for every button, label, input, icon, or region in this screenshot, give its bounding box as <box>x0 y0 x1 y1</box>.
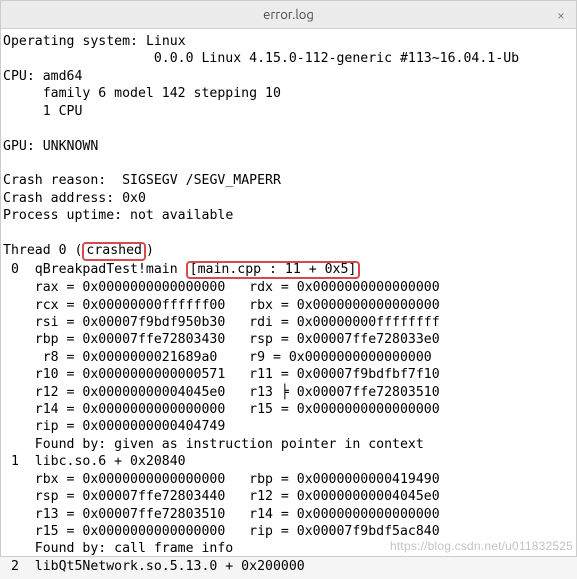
found-by-1: Found by: call frame info <box>3 541 233 556</box>
frame0-module: qBreakpadTest!main <box>35 262 186 277</box>
cpu-detail-2: 1 CPU <box>3 104 82 119</box>
os-detail: 0.0.0 Linux 4.15.0-112-generic #113~16.0… <box>3 51 519 66</box>
reg-r14: r14 = 0x0000000000000000 r15 = 0x0000000… <box>3 402 440 417</box>
frame2: 2 libQt5Network.so.5.13.0 + 0x200000 <box>3 559 305 574</box>
log-window: error.log × Operating system: Linux 0.0.… <box>0 0 577 557</box>
reg1-r15: r15 = 0x0000000000000000 rip = 0x00007f9… <box>3 524 440 539</box>
cpu-value: amd64 <box>43 69 83 84</box>
os-label: Operating system: <box>3 34 138 49</box>
reg-rbp: rbp = 0x00007ffe72803430 rsp = 0x00007ff… <box>3 332 440 347</box>
reg1-rbx: rbx = 0x0000000000000000 rbp = 0x0000000… <box>3 472 440 487</box>
watermark: https://blog.csdn.net/u011832525 <box>390 539 573 553</box>
crash-address-label: Crash address: <box>3 191 114 206</box>
uptime-label: Process uptime: <box>3 208 122 223</box>
frame0-location-highlight: [main.cpp : 11 + 0x5] <box>186 261 361 280</box>
found-by-0: Found by: given as instruction pointer i… <box>3 437 424 452</box>
crash-reason-value: SIGSEGV /SEGV_MAPERR <box>114 173 281 188</box>
reg-r8: r8 = 0x0000000021689a0 r9 = 0x0000000000… <box>3 350 432 365</box>
reg1-r13: r13 = 0x00007ffe72803510 r14 = 0x0000000… <box>3 507 440 522</box>
reg-r10: r10 = 0x0000000000000571 r11 = 0x00007f9… <box>3 367 440 382</box>
window-title: error.log <box>1 8 546 22</box>
close-icon[interactable]: × <box>546 7 576 23</box>
reg-rip: rip = 0x0000000000404749 <box>3 419 225 434</box>
reg-rcx: rcx = 0x00000000ffffff00 rbx = 0x0000000… <box>3 298 440 313</box>
crashed-highlight: crashed <box>82 242 146 261</box>
gpu-label: GPU: <box>3 139 35 154</box>
crash-address-value: 0x0 <box>122 191 146 206</box>
reg-rsi: rsi = 0x00007f9bdf950b30 rdi = 0x0000000… <box>3 315 440 330</box>
crash-reason-label: Crash reason: <box>3 173 106 188</box>
reg-r12: r12 = 0x00000000004045e0 r13 ╞ 0x00007ff… <box>3 385 440 400</box>
gpu-value: UNKNOWN <box>43 139 99 154</box>
uptime-value: not available <box>130 208 233 223</box>
reg1-rsp: rsp = 0x00007ffe72803440 r12 = 0x0000000… <box>3 489 440 504</box>
cpu-label: CPU: <box>3 69 35 84</box>
cpu-detail-1: family 6 model 142 stepping 10 <box>3 86 281 101</box>
thread-prefix: Thread 0 ( <box>3 243 82 258</box>
frame0-index: 0 <box>3 262 35 277</box>
frame1: 1 libc.so.6 + 0x20840 <box>3 454 186 469</box>
os-value: Linux <box>146 34 186 49</box>
titlebar: error.log × <box>1 1 576 29</box>
reg-rax: rax = 0x0000000000000000 rdx = 0x0000000… <box>3 280 440 295</box>
thread-suffix: ) <box>146 243 154 258</box>
log-content: Operating system: Linux 0.0.0 Linux 4.15… <box>1 29 576 579</box>
